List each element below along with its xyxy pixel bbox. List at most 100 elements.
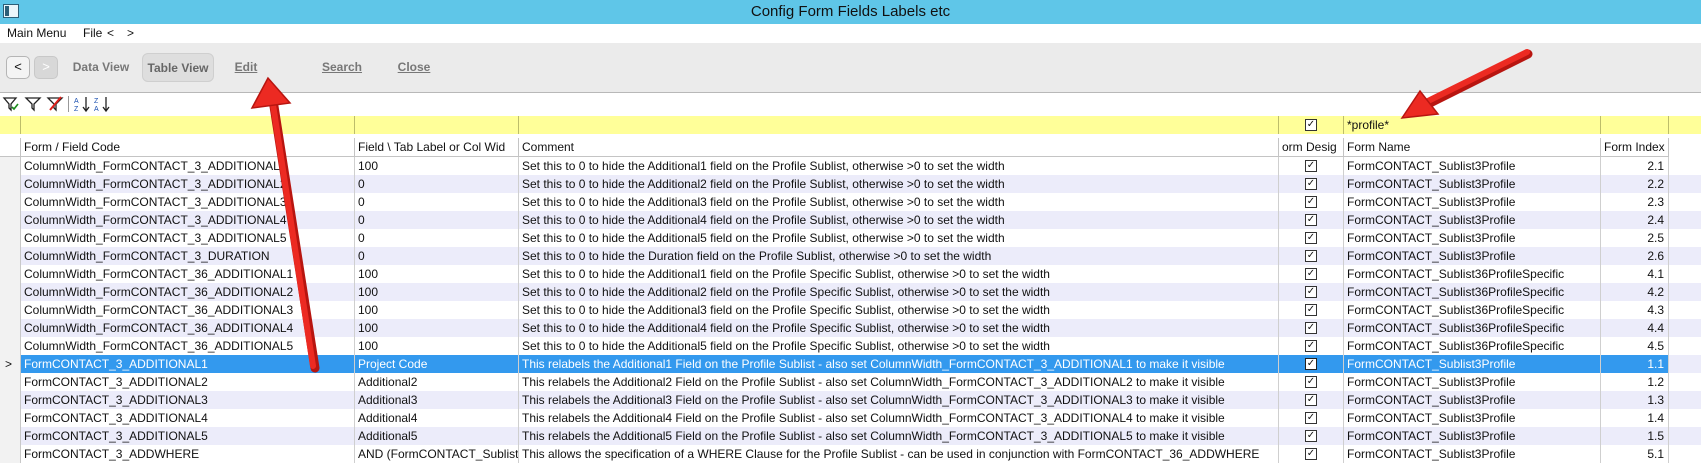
filter-icon[interactable]: [24, 95, 42, 113]
cell-form-index[interactable]: 2.3: [1601, 193, 1669, 211]
form-design-checkbox[interactable]: ✓: [1305, 339, 1317, 352]
cell-label[interactable]: 100: [355, 319, 519, 337]
row-header[interactable]: [0, 175, 21, 193]
cell-design[interactable]: ✓: [1279, 229, 1344, 247]
cell-code[interactable]: FormCONTACT_3_ADDWHERE: [21, 445, 355, 463]
cell-label[interactable]: 100: [355, 265, 519, 283]
row-header[interactable]: [0, 301, 21, 319]
cell-comment[interactable]: This allows the specification of a WHERE…: [519, 445, 1279, 463]
cell-label[interactable]: 0: [355, 193, 519, 211]
cell-design[interactable]: ✓: [1279, 211, 1344, 229]
row-header[interactable]: [0, 373, 21, 391]
cell-design[interactable]: ✓: [1279, 355, 1344, 373]
form-design-checkbox[interactable]: ✓: [1305, 285, 1317, 298]
cell-form-name[interactable]: FormCONTACT_Sublist3Profile: [1344, 211, 1601, 229]
menu-forward[interactable]: >: [127, 26, 134, 40]
row-header[interactable]: [0, 283, 21, 301]
cell-design[interactable]: ✓: [1279, 373, 1344, 391]
table-row[interactable]: FormCONTACT_3_ADDITIONAL2 Additional2 This…: [0, 373, 1701, 391]
cell-comment[interactable]: Set this to 0 to hide the Additional5 fi…: [519, 229, 1279, 247]
cell-form-name[interactable]: FormCONTACT_Sublist3Profile: [1344, 355, 1601, 373]
forward-button[interactable]: >: [34, 56, 58, 79]
cell-label[interactable]: 0: [355, 247, 519, 265]
cell-form-index[interactable]: 2.1: [1601, 157, 1669, 175]
cell-form-name[interactable]: FormCONTACT_Sublist3Profile: [1344, 427, 1601, 445]
filter-code-input[interactable]: [21, 116, 355, 134]
column-header-label[interactable]: Field \ Tab Label or Col Wid: [355, 138, 519, 157]
form-design-checkbox[interactable]: ✓: [1305, 213, 1317, 226]
cell-label[interactable]: AND (FormCONTACT_Sublist: [355, 445, 519, 463]
cell-design[interactable]: ✓: [1279, 319, 1344, 337]
cell-design[interactable]: ✓: [1279, 409, 1344, 427]
cell-form-name[interactable]: FormCONTACT_Sublist3Profile: [1344, 175, 1601, 193]
cell-label[interactable]: Additional2: [355, 373, 519, 391]
cell-design[interactable]: ✓: [1279, 301, 1344, 319]
cell-code[interactable]: ColumnWidth_FormCONTACT_36_ADDITIONAL1: [21, 265, 355, 283]
cell-comment[interactable]: Set this to 0 to hide the Additional1 fi…: [519, 265, 1279, 283]
cell-comment[interactable]: Set this to 0 to hide the Additional3 fi…: [519, 193, 1279, 211]
cell-code[interactable]: ColumnWidth_FormCONTACT_36_ADDITIONAL5: [21, 337, 355, 355]
cell-design[interactable]: ✓: [1279, 175, 1344, 193]
filter-form-name-input[interactable]: *profile*: [1344, 116, 1601, 134]
cell-code[interactable]: ColumnWidth_FormCONTACT_36_ADDITIONAL2: [21, 283, 355, 301]
form-design-checkbox[interactable]: ✓: [1305, 357, 1317, 370]
table-row[interactable]: FormCONTACT_3_ADDWHERE AND (FormCONTACT_S…: [0, 445, 1701, 463]
row-header[interactable]: [0, 427, 21, 445]
cell-label[interactable]: 0: [355, 175, 519, 193]
cell-form-name[interactable]: FormCONTACT_Sublist3Profile: [1344, 373, 1601, 391]
cell-comment[interactable]: This relabels the Additional3 Field on t…: [519, 391, 1279, 409]
form-design-checkbox[interactable]: ✓: [1305, 195, 1317, 208]
cell-design[interactable]: ✓: [1279, 283, 1344, 301]
cell-comment[interactable]: Set this to 0 to hide the Additional2 fi…: [519, 283, 1279, 301]
table-row[interactable]: ColumnWidth_FormCONTACT_3_ADDITIONAL5 0 Se…: [0, 229, 1701, 247]
cell-code[interactable]: ColumnWidth_FormCONTACT_3_ADDITIONAL5: [21, 229, 355, 247]
table-row[interactable]: ColumnWidth_FormCONTACT_36_ADDITIONAL5 10…: [0, 337, 1701, 355]
row-header[interactable]: [0, 319, 21, 337]
row-header[interactable]: [0, 193, 21, 211]
cell-code[interactable]: ColumnWidth_FormCONTACT_3_ADDITIONAL4: [21, 211, 355, 229]
cell-form-name[interactable]: FormCONTACT_Sublist3Profile: [1344, 247, 1601, 265]
cell-code[interactable]: ColumnWidth_FormCONTACT_36_ADDITIONAL3: [21, 301, 355, 319]
cell-code[interactable]: FormCONTACT_3_ADDITIONAL1: [21, 355, 355, 373]
cell-form-index[interactable]: 4.5: [1601, 337, 1669, 355]
cell-label[interactable]: 0: [355, 211, 519, 229]
cell-design[interactable]: ✓: [1279, 157, 1344, 175]
cell-code[interactable]: FormCONTACT_3_ADDITIONAL4: [21, 409, 355, 427]
cell-code[interactable]: ColumnWidth_FormCONTACT_3_ADDITIONAL1: [21, 157, 355, 175]
cell-comment[interactable]: This relabels the Additional4 Field on t…: [519, 409, 1279, 427]
row-header[interactable]: >: [0, 355, 21, 373]
cell-design[interactable]: ✓: [1279, 391, 1344, 409]
cell-form-index[interactable]: 1.3: [1601, 391, 1669, 409]
cell-comment[interactable]: Set this to 0 to hide the Duration field…: [519, 247, 1279, 265]
menu-back[interactable]: <: [107, 26, 114, 40]
form-design-checkbox[interactable]: ✓: [1305, 231, 1317, 244]
filter-label-input[interactable]: [355, 116, 519, 134]
cell-code[interactable]: FormCONTACT_3_ADDITIONAL3: [21, 391, 355, 409]
cell-form-index[interactable]: 2.2: [1601, 175, 1669, 193]
cell-code[interactable]: ColumnWidth_FormCONTACT_3_ADDITIONAL2: [21, 175, 355, 193]
row-header[interactable]: [0, 391, 21, 409]
filter-comment-input[interactable]: [519, 116, 1279, 134]
cell-form-name[interactable]: FormCONTACT_Sublist36ProfileSpecific: [1344, 301, 1601, 319]
sort-descending-icon[interactable]: ZA: [93, 95, 111, 113]
table-row[interactable]: ColumnWidth_FormCONTACT_36_ADDITIONAL4 10…: [0, 319, 1701, 337]
sort-ascending-icon[interactable]: AZ: [73, 95, 91, 113]
cell-label[interactable]: Additional5: [355, 427, 519, 445]
row-header[interactable]: [0, 157, 21, 175]
cell-form-name[interactable]: FormCONTACT_Sublist3Profile: [1344, 445, 1601, 463]
search-button[interactable]: Search: [318, 53, 366, 82]
cell-comment[interactable]: This relabels the Additional1 Field on t…: [519, 355, 1279, 373]
cell-form-index[interactable]: 4.1: [1601, 265, 1669, 283]
data-view-button[interactable]: Data View: [70, 53, 132, 82]
cell-comment[interactable]: Set this to 0 to hide the Additional2 fi…: [519, 175, 1279, 193]
cell-code[interactable]: FormCONTACT_3_ADDITIONAL5: [21, 427, 355, 445]
cell-form-index[interactable]: 2.5: [1601, 229, 1669, 247]
cell-form-index[interactable]: 1.4: [1601, 409, 1669, 427]
cell-label[interactable]: Project Code: [355, 355, 519, 373]
row-header[interactable]: [0, 445, 21, 463]
close-button[interactable]: Close: [394, 53, 434, 82]
cell-label[interactable]: 0: [355, 229, 519, 247]
row-header[interactable]: [0, 211, 21, 229]
cell-comment[interactable]: Set this to 0 to hide the Additional5 fi…: [519, 337, 1279, 355]
table-row[interactable]: ColumnWidth_FormCONTACT_3_ADDITIONAL3 0 Se…: [0, 193, 1701, 211]
